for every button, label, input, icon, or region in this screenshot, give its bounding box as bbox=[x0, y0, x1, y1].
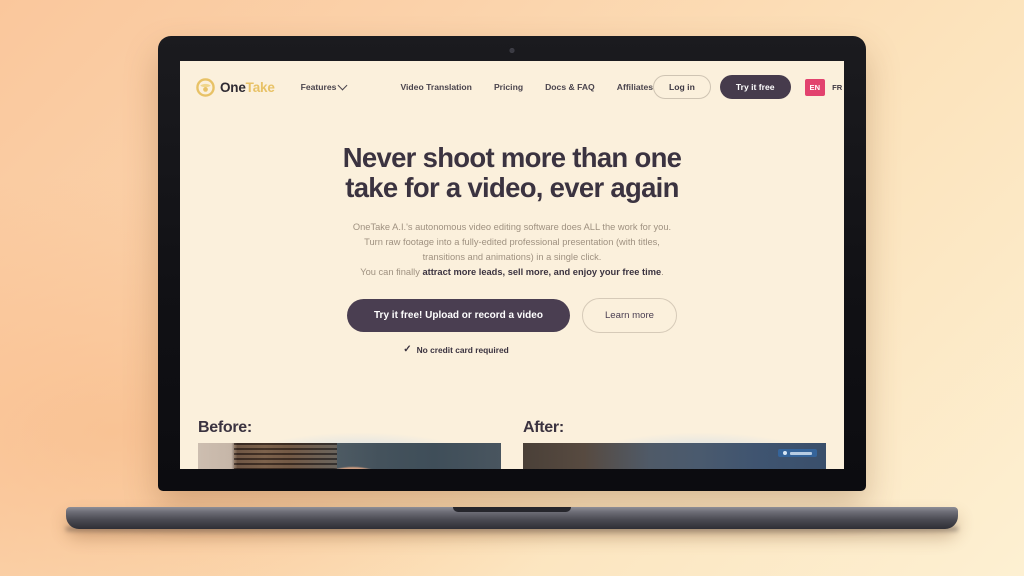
nav-item-pricing[interactable]: Pricing bbox=[494, 82, 523, 92]
nav-item-video-translation[interactable]: Video Translation bbox=[400, 82, 471, 92]
hero-cta-row: Try it free! Upload or record a video Le… bbox=[240, 298, 784, 334]
site-logo[interactable]: OneTake bbox=[196, 77, 275, 97]
headline-line-1: Never shoot more than one bbox=[342, 142, 682, 173]
badge-text-placeholder bbox=[790, 451, 812, 455]
primary-nav: Features Video Translation Pricing Docs … bbox=[300, 80, 653, 92]
headline-line-2: take for a video, ever again bbox=[345, 171, 679, 203]
before-after-section: Before: After: bbox=[180, 419, 844, 469]
before-label: Before: bbox=[198, 419, 252, 436]
laptop-base bbox=[66, 507, 958, 529]
subtext-line-3: transitions and animations) in a single … bbox=[422, 252, 602, 263]
after-video-thumbnail[interactable] bbox=[523, 443, 826, 469]
subtext-line-2: Turn raw footage into a fully-edited pro… bbox=[364, 236, 660, 247]
check-icon: ✓ bbox=[403, 344, 412, 356]
page-title: Never shoot more than one take for a vid… bbox=[240, 143, 784, 203]
logo-text-take: Take bbox=[245, 79, 275, 95]
after-column-header: After: bbox=[501, 419, 826, 437]
webcam-icon bbox=[509, 48, 515, 53]
login-button[interactable]: Log in bbox=[653, 75, 711, 99]
nav-actions: Log in Try it free EN FR bbox=[653, 75, 842, 99]
subtext-line-4-emphasis: attract more leads, sell more, and enjoy… bbox=[422, 267, 662, 278]
before-after-labels: Before: After: bbox=[198, 419, 826, 437]
after-overlay-badge bbox=[778, 449, 817, 457]
website-page: OneTake Features Video Translation Prici… bbox=[180, 61, 844, 469]
subtext-line-4-suffix: . bbox=[661, 267, 664, 278]
subtext-line-4-prefix: You can finally bbox=[360, 267, 423, 278]
laptop-screen: OneTake Features Video Translation Prici… bbox=[180, 61, 844, 469]
no-credit-card-note: ✓ No credit card required bbox=[180, 344, 784, 356]
nav-item-docs-faq[interactable]: Docs & FAQ bbox=[545, 82, 595, 92]
subtext-line-1: OneTake A.I.'s autonomous video editing … bbox=[352, 221, 672, 232]
no-credit-card-label: No credit card required bbox=[416, 345, 509, 356]
badge-dot-icon bbox=[783, 451, 787, 455]
learn-more-button[interactable]: Learn more bbox=[581, 298, 677, 334]
nav-item-affiliates[interactable]: Affiliates bbox=[617, 82, 653, 92]
nav-try-free-button[interactable]: Try it free bbox=[719, 75, 791, 99]
nav-item-features[interactable]: Features bbox=[300, 80, 348, 92]
laptop-top-bezel bbox=[158, 36, 866, 61]
chevron-down-icon bbox=[338, 80, 348, 90]
language-switcher: EN FR bbox=[804, 78, 842, 96]
window-blinds-decoration bbox=[234, 443, 338, 469]
language-option-fr[interactable]: FR bbox=[832, 83, 842, 92]
before-column-header: Before: bbox=[198, 419, 501, 437]
screenshot-scene: OneTake Features Video Translation Prici… bbox=[0, 0, 1024, 576]
laptop-mockup: OneTake Features Video Translation Prici… bbox=[66, 36, 958, 535]
laptop-lid: OneTake Features Video Translation Prici… bbox=[158, 36, 866, 491]
language-option-en[interactable]: EN bbox=[804, 78, 826, 96]
site-navbar: OneTake Features Video Translation Prici… bbox=[180, 61, 844, 113]
hero-subtext: OneTake A.I.'s autonomous video editing … bbox=[240, 220, 784, 280]
try-it-free-upload-button[interactable]: Try it free! Upload or record a video bbox=[347, 299, 570, 333]
logo-wordmark: OneTake bbox=[220, 80, 275, 95]
before-video-thumbnail[interactable] bbox=[198, 443, 501, 469]
onetake-circle-logo-icon bbox=[196, 77, 215, 97]
after-label: After: bbox=[523, 419, 564, 436]
hero-section: Never shoot more than one take for a vid… bbox=[180, 113, 844, 356]
logo-text-one: One bbox=[220, 79, 246, 95]
nav-features-label: Features bbox=[300, 82, 337, 92]
before-after-thumbnails bbox=[198, 443, 826, 469]
